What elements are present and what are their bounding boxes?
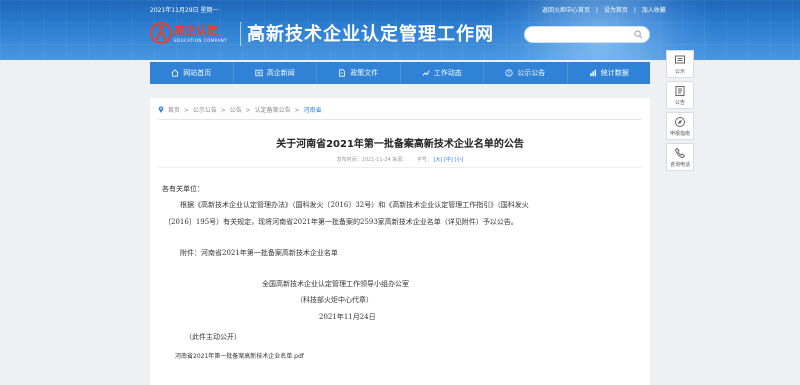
breadcrumb: 首页 > 公示公告 > 公告 > 认定备案公告 > 河南省 <box>158 105 322 114</box>
greeting: 各有关单位： <box>162 185 204 193</box>
paragraph-line-1: 根据《高新技术企业认定管理办法》（国科发火〔2016〕32号）和《高新技术企业认… <box>180 201 529 209</box>
attachment-pdf-link[interactable]: 河南省2021年第一批备案高新技术企业名单.pdf <box>175 351 304 360</box>
article-title: 关于河南省2021年第一批备案高新技术企业名单的公告 <box>276 139 524 150</box>
nav-label: 网站首页 <box>183 69 212 77</box>
side-tool-label: 公示 <box>674 68 685 75</box>
nav-label: 公示公告 <box>517 69 546 77</box>
publicity-icon <box>675 55 685 63</box>
side-tool-label: 公告 <box>674 99 685 106</box>
nav-label: 工作动态 <box>433 69 462 77</box>
breadcrumb-current[interactable]: 河南省 <box>303 107 321 114</box>
nav-item-policy[interactable]: 政策文件 <box>317 62 401 84</box>
disclosure-note: （此件主动公开） <box>185 333 241 341</box>
site-title: 高新技术企业认定管理工作网 <box>247 24 494 45</box>
meta-divider <box>158 167 642 168</box>
breadcrumb-separator: > <box>294 107 300 114</box>
side-tool-guide[interactable]: 申报指南 <box>666 112 694 140</box>
publish-info: 发布时间：2021-11-24 来源： <box>336 157 408 163</box>
link-set-homepage[interactable]: 设为首页 <box>604 7 628 14</box>
statistics-icon <box>589 69 596 77</box>
nav-label: 高企新闻 <box>266 69 295 77</box>
logo-divider <box>240 22 241 46</box>
phone-icon <box>674 147 686 158</box>
topbar-separator: | <box>595 7 598 14</box>
side-tool-notice[interactable]: 公告 <box>666 81 694 109</box>
logo-subtext: EDUCATION COMPANY <box>174 38 228 43</box>
news-icon <box>255 69 263 77</box>
home-icon <box>171 69 179 77</box>
link-add-favorite[interactable]: 加入收藏 <box>642 7 666 14</box>
logo-text: 高企认定 <box>174 24 218 37</box>
current-date: 2021年11月29日 星期一 <box>150 7 219 14</box>
side-toolbar: 公示 公告 申报指南 咨询电话 <box>666 50 694 174</box>
article-meta: 发布时间：2021-11-24 来源： 字号： [大] [中] [小] <box>150 156 650 163</box>
font-size-label: 字号： <box>416 157 432 163</box>
topbar: 2021年11月29日 星期一 返回火炬中心首页 | 设为首页 | 加入收藏 <box>0 4 800 16</box>
font-size-small-button[interactable]: [小] <box>454 157 463 163</box>
breadcrumb-separator: > <box>245 107 251 114</box>
link-torch-home[interactable]: 返回火炬中心首页 <box>542 7 590 14</box>
nav-item-statistics[interactable]: 统计数据 <box>568 62 651 84</box>
side-tool-label: 申报指南 <box>669 130 690 137</box>
font-size-medium-button[interactable]: [中] <box>444 157 453 163</box>
topbar-links: 返回火炬中心首页 | 设为首页 | 加入收藏 <box>540 5 668 14</box>
main-nav: 网站首页 高企新闻 政策文件 工作动态 公示公告 统计数据 <box>150 62 650 84</box>
font-size-large-button[interactable]: [大] <box>433 157 442 163</box>
article-panel: 首页 > 公示公告 > 公告 > 认定备案公告 > 河南省 关于河南省2021年… <box>150 98 650 385</box>
breadcrumb-home[interactable]: 首页 <box>168 107 180 114</box>
document-icon <box>339 69 346 77</box>
breadcrumb-separator: > <box>183 107 189 114</box>
nav-label: 统计数据 <box>600 69 629 77</box>
signature-office: 全国高新技术企业认定管理工作领导小组办公室 <box>262 280 409 288</box>
search-input[interactable] <box>524 26 650 43</box>
notice-icon <box>675 85 685 96</box>
breadcrumb-filing-notice[interactable]: 认定备案公告 <box>255 107 291 114</box>
attachment-note: 附件：河南省2021年第一批备案高新技术企业名单 <box>180 249 338 257</box>
signature-seal: （科技部火炬中心代章） <box>296 296 373 304</box>
compass-icon <box>675 116 685 127</box>
breadcrumb-separator: > <box>220 107 226 114</box>
trend-icon <box>422 70 430 76</box>
topbar-separator: | <box>633 7 636 14</box>
breadcrumb-notice[interactable]: 公告 <box>230 107 242 114</box>
breadcrumb-announcements[interactable]: 公示公告 <box>193 107 217 114</box>
nav-item-work-updates[interactable]: 工作动态 <box>401 62 484 84</box>
nav-item-announcements[interactable]: 公示公告 <box>484 62 568 84</box>
side-tool-label: 咨询电话 <box>669 161 690 168</box>
nav-item-home[interactable]: 网站首页 <box>150 62 234 84</box>
announcement-icon <box>505 69 513 77</box>
breadcrumb-divider <box>158 119 642 120</box>
nav-label: 政策文件 <box>350 69 379 77</box>
paragraph-line-2: 〔2016〕195号）有关规定，现将河南省2021年第一批备案的2593家高新技… <box>164 218 518 226</box>
logo-figure-icon <box>150 22 172 44</box>
signature-date: 2021年11月24日 <box>319 313 376 321</box>
nav-item-news[interactable]: 高企新闻 <box>234 62 317 84</box>
side-tool-publicity[interactable]: 公示 <box>666 50 694 78</box>
location-pin-icon <box>158 106 164 113</box>
search-icon[interactable] <box>634 30 643 39</box>
side-tool-hotline[interactable]: 咨询电话 <box>666 143 694 171</box>
